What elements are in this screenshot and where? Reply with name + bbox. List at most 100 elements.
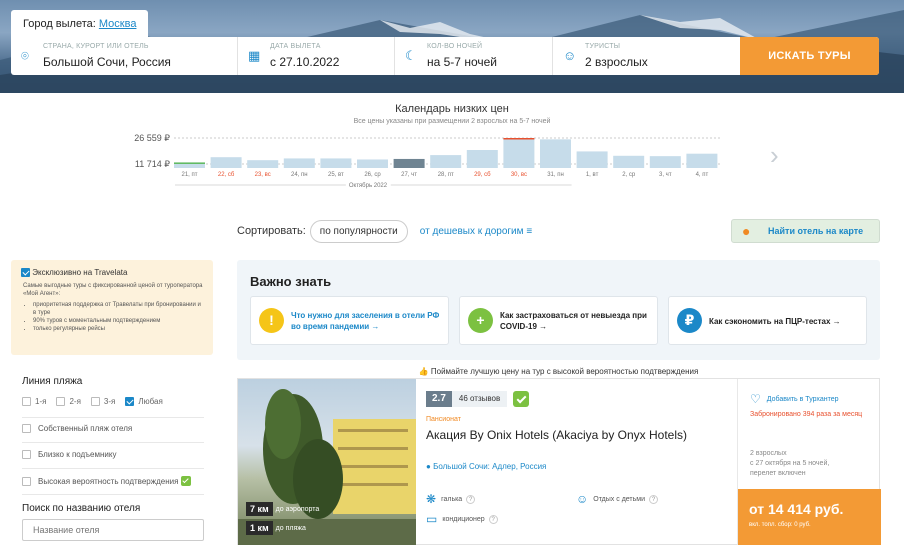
destination-field[interactable]: ⌾ СТРАНА, КУРОРТ ИЛИ ОТЕЛЬ Большой Сочи,…: [11, 37, 238, 75]
info-card-insurance[interactable]: + Как застраховаться от невыезда при COV…: [459, 296, 658, 345]
sort-label: Сортировать:: [237, 225, 306, 237]
search-tours-button[interactable]: ИСКАТЬ ТУРЫ: [740, 37, 879, 75]
date-tick-label: 21, пт: [181, 172, 197, 178]
promo-banner: 👍 Поймайте лучшую цену на тур с высокой …: [237, 367, 880, 376]
ruble-icon: ₽: [677, 308, 702, 333]
filter-near-lift[interactable]: Близко к подъемнику: [22, 450, 204, 459]
help-icon[interactable]: ?: [466, 494, 476, 504]
date-tick-label: 3, чт: [659, 172, 672, 178]
fav-label: Добавить в Турхантер: [766, 395, 839, 403]
price-bar: [686, 153, 718, 168]
price-bar: [210, 157, 242, 168]
hotel-location-text: Большой Сочи: Адлер, Россия: [433, 462, 547, 471]
exclusive-benefit: 90% туров с моментальным подтверждением: [33, 317, 203, 325]
location-pin-icon: ●: [426, 462, 431, 471]
hotel-rating[interactable]: 2.7 46 отзывов: [426, 391, 530, 407]
rating-score: 2.7: [426, 391, 452, 407]
checkbox[interactable]: [90, 397, 100, 406]
search-form: ⌾ СТРАНА, КУРОРТ ИЛИ ОТЕЛЬ Большой Сочи,…: [11, 37, 879, 75]
beach-option-2[interactable]: 2-я: [56, 397, 81, 406]
filter-label: Близко к подъемнику: [38, 450, 117, 459]
sort-order-icon: ≡: [526, 225, 533, 237]
tourists-field[interactable]: ☺ ТУРИСТЫ 2 взрослых: [553, 37, 740, 75]
date-tick-label: 29, сб: [474, 172, 491, 178]
departure-label: Город вылета:: [23, 18, 96, 30]
nights-field[interactable]: ☾ КОЛ-ВО НОЧЕЙ на 5-7 ночей: [395, 37, 553, 75]
confirmation-check-icon: [513, 391, 530, 407]
date-tick-label: 24, пн: [291, 172, 308, 178]
reviews-count[interactable]: 46 отзывов: [451, 391, 508, 407]
info-card-pcr[interactable]: ₽ Как сэкономить на ПЦР-тестах →: [668, 296, 867, 345]
hotel-search-title: Поиск по названию отеля: [22, 503, 141, 514]
date-tick-label: 27, чт: [401, 172, 417, 178]
calendar-title: Календарь низких цен: [395, 103, 509, 115]
checkbox[interactable]: [22, 476, 31, 486]
distance-text: до аэропорта: [275, 505, 320, 513]
date-tick-label: 22, сб: [218, 172, 235, 178]
price-bar: [540, 139, 571, 168]
moon-icon: ☾: [405, 48, 417, 63]
date-tick-label: 25, вт: [328, 172, 344, 178]
tourists-label: ТУРИСТЫ: [585, 43, 621, 50]
beach-option-3[interactable]: 3-я: [90, 397, 115, 406]
price-bar: [430, 155, 462, 168]
departure-city-link[interactable]: Москва: [99, 18, 137, 30]
amenity-kids: ☺ Отдых с детьми?: [576, 492, 659, 506]
date-tick-label: 23, вс: [255, 172, 271, 178]
checkbox[interactable]: [22, 450, 31, 459]
price-bar: [283, 158, 315, 168]
user-icon: ☺: [563, 48, 577, 63]
price-bar: [320, 158, 352, 168]
exclusive-checkbox[interactable]: [21, 268, 30, 278]
date-tick-label: 31, пн: [547, 172, 564, 178]
nights-label: КОЛ-ВО НОЧЕЙ: [427, 43, 483, 50]
exclusive-benefits-list: приоритетная поддержка от Травелаты при …: [21, 301, 203, 333]
info-card-pandemic[interactable]: ! Что нужно для заселения в отели РФ во …: [250, 296, 449, 345]
info-card-text: Что нужно для заселения в отели РФ во вр…: [291, 311, 440, 331]
date-field[interactable]: ▦ ДАТА ВЫЛЕТА с 27.10.2022: [238, 37, 395, 75]
divider: [22, 417, 204, 418]
y-label-min: 11 714 ₽: [135, 159, 170, 169]
amenity-ac: ▭ кондиционер?: [426, 512, 498, 526]
filter-label: Высокая вероятность подтверждения: [38, 476, 179, 486]
beach-option-any[interactable]: Любая: [125, 397, 163, 406]
distance-beach: 1 км до пляжа: [246, 521, 306, 535]
checkbox[interactable]: [22, 397, 31, 406]
hotel-photo[interactable]: 7 км до аэропорта 1 км до пляжа: [238, 379, 416, 545]
hotel-name-input[interactable]: [22, 519, 204, 541]
exclusive-title: Эксклюзивно на Travelata: [32, 268, 128, 277]
checkbox[interactable]: [125, 397, 135, 406]
tourists-value: 2 взрослых: [585, 55, 648, 69]
divider: [22, 468, 204, 469]
sort-popular-option[interactable]: по популярности: [309, 219, 408, 243]
filter-high-confirmation[interactable]: Высокая вероятность подтверждения: [22, 476, 204, 486]
departure-city-selector[interactable]: Город вылета: Москва: [11, 10, 149, 38]
destination-label: СТРАНА, КУРОРТ ИЛИ ОТЕЛЬ: [43, 43, 149, 50]
filter-own-beach[interactable]: Собственный пляж отеля: [22, 424, 204, 433]
checkbox[interactable]: [22, 424, 31, 433]
find-hotel-on-map-button[interactable]: ● Найти отель на карте: [731, 219, 880, 243]
info-card-text: Как застраховаться от невыезда при COVID…: [500, 311, 647, 331]
filter-label: Собственный пляж отеля: [38, 424, 133, 433]
hotel-card[interactable]: 7 км до аэропорта 1 км до пляжа 2.7 46 отз…: [237, 378, 881, 545]
price-bar: [393, 158, 425, 168]
hotel-name[interactable]: Акация By Onix Hotels (Akaciya by Onyx H…: [426, 428, 687, 442]
sort-cheap-option[interactable]: от дешевых к дорогим ≡: [420, 226, 532, 237]
price-bar: [503, 138, 535, 168]
calendar-next-arrow[interactable]: ›: [770, 140, 779, 171]
help-icon[interactable]: ?: [488, 514, 498, 524]
min-price-marker: [174, 162, 205, 164]
location-pin-icon: ⌾: [21, 48, 29, 63]
exclusive-description: Самые выгодные туры с фиксированной цено…: [23, 283, 203, 298]
checkbox[interactable]: [56, 397, 66, 406]
month-label: Октябрь 2022: [349, 183, 388, 189]
beach-option-1[interactable]: 1-я: [22, 397, 46, 406]
date-tick-label: 1, вт: [586, 172, 599, 178]
distance-text: до пляжа: [275, 524, 306, 532]
add-to-tourhunter-button[interactable]: ♡ Добавить в Турхантер: [750, 392, 839, 406]
help-icon[interactable]: ?: [649, 494, 659, 504]
exclusive-travelata-filter[interactable]: Эксклюзивно на Travelata Самые выгодные …: [11, 260, 213, 355]
price-button[interactable]: от 14 414 руб. вкл. топл. сбор: 0 руб.: [738, 489, 881, 545]
tour-details: 2 взрослых с 27 октября на 5 ночей, пере…: [750, 450, 830, 477]
hotel-location[interactable]: ● Большой Сочи: Адлер, Россия: [426, 462, 546, 471]
